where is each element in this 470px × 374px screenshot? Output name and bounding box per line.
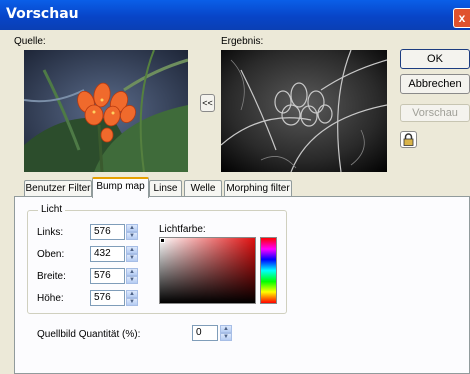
height-label: Höhe: [37, 293, 64, 304]
top-label: Oben: [37, 249, 65, 260]
source-preview-image [23, 49, 189, 173]
preview-button[interactable]: Vorschau [400, 104, 470, 122]
ok-button[interactable]: OK [400, 49, 470, 69]
height-spinner[interactable]: ▲ ▼ [126, 290, 138, 306]
up-arrow-icon[interactable]: ▲ [126, 224, 138, 232]
close-icon: x [458, 11, 466, 25]
up-arrow-icon[interactable]: ▲ [126, 268, 138, 276]
lock-icon [403, 133, 414, 146]
tab-bump-map[interactable]: Bump map [92, 177, 149, 198]
title-bar: Vorschau x [0, 0, 470, 30]
down-arrow-icon[interactable]: ▼ [126, 276, 138, 284]
width-label: Breite: [37, 271, 66, 282]
result-label: Ergebnis: [221, 36, 264, 47]
window-title: Vorschau [6, 6, 79, 22]
double-left-arrow-icon: << [202, 98, 213, 108]
tab-morphing-filter[interactable]: Morphing filter [224, 180, 292, 197]
source-label: Quelle: [14, 36, 46, 47]
up-arrow-icon[interactable]: ▲ [126, 246, 138, 254]
quantity-input[interactable]: 0 [192, 325, 218, 341]
left-input[interactable]: 576 [90, 224, 125, 240]
light-group-label: Licht [38, 204, 66, 215]
color-picker-marker[interactable] [160, 238, 165, 243]
down-arrow-icon[interactable]: ▼ [126, 298, 138, 306]
tab-linse[interactable]: Linse [149, 180, 182, 197]
quantity-spinner[interactable]: ▲ ▼ [220, 325, 232, 341]
up-arrow-icon[interactable]: ▲ [220, 325, 232, 333]
light-color-picker[interactable] [159, 237, 256, 304]
hue-slider[interactable] [260, 237, 277, 304]
down-arrow-icon[interactable]: ▼ [220, 333, 232, 341]
up-arrow-icon[interactable]: ▲ [126, 290, 138, 298]
result-preview-image [220, 49, 388, 173]
tab-benutzer-filter[interactable]: Benutzer Filter [24, 180, 92, 197]
left-label: Links: [37, 227, 64, 238]
quantity-label: Quellbild Quantität (%): [37, 329, 141, 340]
close-button[interactable]: x [453, 8, 470, 28]
lock-button[interactable] [400, 131, 417, 148]
top-spinner[interactable]: ▲ ▼ [126, 246, 138, 262]
down-arrow-icon[interactable]: ▼ [126, 254, 138, 262]
down-arrow-icon[interactable]: ▼ [126, 232, 138, 240]
width-spinner[interactable]: ▲ ▼ [126, 268, 138, 284]
cancel-button[interactable]: Abbrechen [400, 74, 470, 94]
tab-welle[interactable]: Welle [184, 180, 222, 197]
left-spinner[interactable]: ▲ ▼ [126, 224, 138, 240]
top-input[interactable]: 432 [90, 246, 125, 262]
height-input[interactable]: 576 [90, 290, 125, 306]
swap-preview-button[interactable]: << [200, 94, 215, 112]
light-color-label: Lichtfarbe: [159, 224, 206, 235]
width-input[interactable]: 576 [90, 268, 125, 284]
